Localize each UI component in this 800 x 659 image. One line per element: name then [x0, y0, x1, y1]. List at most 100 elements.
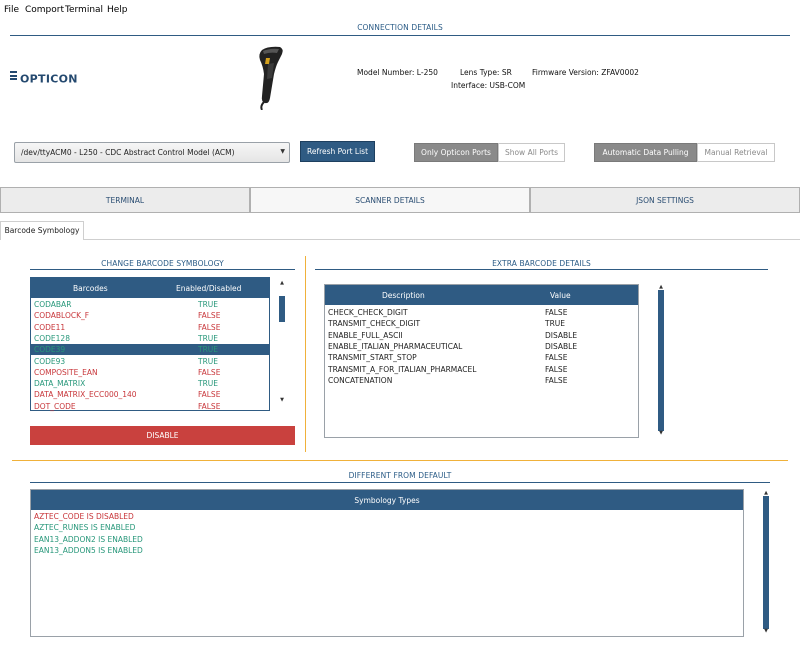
col-value: Value — [550, 291, 571, 300]
extra-scroll-thumb[interactable] — [658, 290, 664, 431]
symbology-types-header: Symbology Types — [31, 490, 743, 510]
firmware-version: Firmware Version: ZFAV0002 — [532, 68, 639, 77]
extra-description: TRANSMIT_START_STOP — [328, 353, 417, 363]
tab-json-settings[interactable]: JSON SETTINGS — [530, 187, 800, 213]
disable-button[interactable]: DISABLE — [30, 426, 295, 445]
barcode-name: DATA_MATRIX — [34, 379, 86, 389]
menu-bar: File Comport Terminal Help — [0, 0, 800, 20]
extra-description: TRANSMIT_A_FOR_ITALIAN_PHARMACEL — [328, 364, 477, 374]
extra-row[interactable]: CHECK_CHECK_DIGIT FALSE — [325, 307, 638, 318]
refresh-port-list-button[interactable]: Refresh Port List — [300, 141, 375, 162]
connection-divider — [10, 35, 790, 36]
barcode-state: TRUE — [198, 356, 219, 366]
extra-value: TRUE — [545, 319, 566, 329]
show-all-ports-toggle[interactable]: Show All Ports — [498, 143, 565, 162]
change-symbology-title: CHANGE BARCODE SYMBOLOGY — [101, 259, 224, 268]
panel-separator — [305, 256, 306, 452]
barcode-row[interactable]: DATA_MATRIX TRUE — [31, 378, 269, 389]
logo-text: OPTICON — [20, 72, 78, 86]
menu-comport[interactable]: Comport — [25, 5, 64, 15]
extra-details-title: EXTRA BARCODE DETAILS — [492, 259, 591, 268]
barcode-state: FALSE — [198, 367, 221, 377]
extra-value: FALSE — [545, 364, 568, 374]
barcode-row[interactable]: DATA_MATRIX_ECC000_140 FALSE — [31, 389, 269, 400]
tab-barcode-symbology[interactable]: Barcode Symbology — [0, 221, 84, 240]
barcode-state: FALSE — [198, 322, 221, 332]
interface: Interface: USB-COM — [451, 81, 526, 90]
menu-help[interactable]: Help — [107, 5, 128, 15]
scroll-down-icon[interactable]: ▼ — [762, 628, 770, 634]
extra-row[interactable]: TRANSMIT_CHECK_DIGIT TRUE — [325, 318, 638, 329]
scroll-up-icon[interactable]: ▲ — [278, 280, 286, 286]
diff-scroll-thumb[interactable] — [763, 496, 769, 629]
extra-value: FALSE — [545, 375, 568, 385]
port-select-value: /dev/ttyACM0 - L250 - CDC Abstract Contr… — [21, 148, 235, 157]
extra-description: ENABLE_FULL_ASCII — [328, 330, 403, 340]
barcode-state: TRUE — [198, 300, 219, 309]
subtab-divider — [84, 239, 800, 240]
extra-row[interactable]: ENABLE_FULL_ASCII DISABLE — [325, 330, 638, 341]
barcode-name: DOT_CODE — [34, 401, 76, 411]
scanner-image — [259, 46, 283, 110]
tab-terminal[interactable]: TERMINAL — [0, 187, 250, 213]
barcode-name: CODABAR — [34, 300, 72, 309]
extra-row[interactable]: TRANSMIT_A_FOR_ITALIAN_PHARMACEL FALSE — [325, 364, 638, 375]
barcode-state: FALSE — [198, 401, 221, 411]
extra-table-header: Description Value — [325, 285, 638, 305]
barcode-state: TRUE — [198, 379, 219, 389]
col-barcodes: Barcodes — [73, 284, 108, 293]
barcode-table: Barcodes Enabled/Disabled CODABAR TRUE COD… — [30, 277, 270, 411]
only-opticon-ports-toggle[interactable]: Only Opticon Ports — [414, 143, 498, 162]
extra-value: DISABLE — [545, 341, 578, 351]
diff-item: AZTEC_CODE IS DISABLED — [34, 512, 134, 521]
different-from-default-title: DIFFERENT FROM DEFAULT — [348, 471, 452, 480]
diff-item: AZTEC_RUNES IS ENABLED — [34, 523, 136, 533]
extra-description: TRANSMIT_CHECK_DIGIT — [328, 319, 421, 329]
barcode-row[interactable]: COMPOSITE_EAN FALSE — [31, 367, 269, 378]
diff-item: EAN13_ADDON2 IS ENABLED — [34, 534, 143, 544]
port-select[interactable]: /dev/ttyACM0 - L250 - CDC Abstract Contr… — [14, 142, 290, 163]
logo-mark-icon — [10, 71, 17, 82]
symbology-types-table: Symbology Types AZTEC_CODE IS DISABLED AZ… — [30, 489, 744, 637]
barcode-scroll-thumb[interactable] — [279, 296, 285, 322]
barcode-row[interactable]: CODE128 TRUE — [31, 333, 269, 344]
barcode-row[interactable]: CODE39 TRUE — [31, 344, 269, 356]
barcode-scrollbar[interactable]: ▲ ▼ — [278, 280, 286, 405]
menu-terminal[interactable]: Terminal — [65, 5, 103, 15]
extra-row[interactable]: CONCATENATION FALSE — [325, 375, 638, 386]
menu-file[interactable]: File — [4, 5, 19, 15]
barcode-state: TRUE — [198, 333, 219, 343]
model-number: Model Number: L-250 — [357, 68, 438, 77]
change-symbology-divider — [30, 269, 295, 270]
extra-description: ENABLE_ITALIAN_PHARMACEUTICAL — [328, 341, 463, 351]
extra-description: CHECK_CHECK_DIGIT — [328, 308, 408, 317]
scroll-down-icon[interactable]: ▼ — [278, 397, 286, 403]
lens-type: Lens Type: SR — [460, 68, 512, 77]
tab-scanner-details[interactable]: SCANNER DETAILS — [250, 187, 530, 213]
barcode-row[interactable]: CODE11 FALSE — [31, 322, 269, 333]
barcode-row[interactable]: DOT_CODE FALSE — [31, 401, 269, 412]
automatic-data-pulling-toggle[interactable]: Automatic Data Pulling — [594, 143, 697, 162]
barcode-state: FALSE — [198, 311, 221, 321]
manual-retrieval-toggle[interactable]: Manual Retrieval — [697, 143, 775, 162]
extra-description: CONCATENATION — [328, 375, 393, 385]
barcode-name: COMPOSITE_EAN — [34, 367, 98, 377]
barcode-name: DATA_MATRIX_ECC000_140 — [34, 390, 137, 400]
extra-row[interactable]: TRANSMIT_START_STOP FALSE — [325, 352, 638, 363]
scroll-down-icon[interactable]: ▼ — [657, 430, 665, 436]
barcode-row[interactable]: CODABLOCK_F FALSE — [31, 310, 269, 321]
barcode-name: CODABLOCK_F — [34, 311, 90, 321]
extra-row[interactable]: ENABLE_ITALIAN_PHARMACEUTICAL DISABLE — [325, 341, 638, 352]
barcode-name: CODE11 — [34, 322, 66, 332]
barcode-state: FALSE — [198, 390, 221, 400]
connection-details-title: CONNECTION DETAILS — [357, 23, 443, 32]
extra-value: FALSE — [545, 308, 568, 317]
col-description: Description — [382, 291, 425, 300]
extra-details-divider — [315, 269, 768, 270]
barcode-row[interactable]: CODABAR TRUE — [31, 299, 269, 310]
chevron-down-icon: ▼ — [280, 148, 285, 155]
diff-scrollbar[interactable]: ▲ ▼ — [762, 490, 770, 634]
extra-scrollbar[interactable]: ▲ ▼ — [657, 284, 665, 436]
barcode-name: CODE39 — [34, 345, 66, 355]
barcode-row[interactable]: CODE93 TRUE — [31, 356, 269, 367]
